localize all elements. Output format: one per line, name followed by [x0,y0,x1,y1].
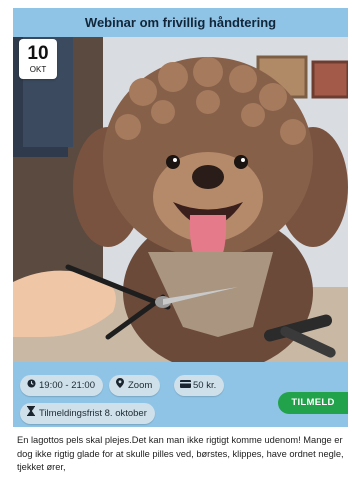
event-photo [13,37,348,362]
hourglass-icon [26,403,36,424]
event-card: Webinar om frivillig håndtering 10 OKT 1… [13,8,348,477]
event-description: En lagottos pels skal plejes.Det kan man… [13,427,348,477]
event-info: 19:00 - 21:00 Zoom 50 kr. Tilmeldingsfri… [13,362,348,427]
deadline-label: Tilmeldingsfrist 8. oktober [39,408,147,419]
location-chip: Zoom [109,375,161,396]
clock-icon [26,375,36,396]
time-chip: 19:00 - 21:00 [20,375,103,396]
date-day: 10 [27,43,49,64]
money-icon [180,375,191,396]
date-month: OKT [29,65,47,74]
price-label: 50 kr. [193,380,217,391]
price-chip: 50 kr. [174,375,225,396]
signup-button[interactable]: TILMELD [278,392,348,414]
dog-grooming-illustration [13,37,348,362]
deadline-chip: Tilmeldingsfrist 8. oktober [20,403,155,424]
time-label: 19:00 - 21:00 [39,380,95,391]
event-title: Webinar om frivillig håndtering [84,15,277,30]
date-badge: 10 OKT [19,39,57,79]
location-label: Zoom [128,380,153,391]
map-pin-icon [115,375,125,396]
